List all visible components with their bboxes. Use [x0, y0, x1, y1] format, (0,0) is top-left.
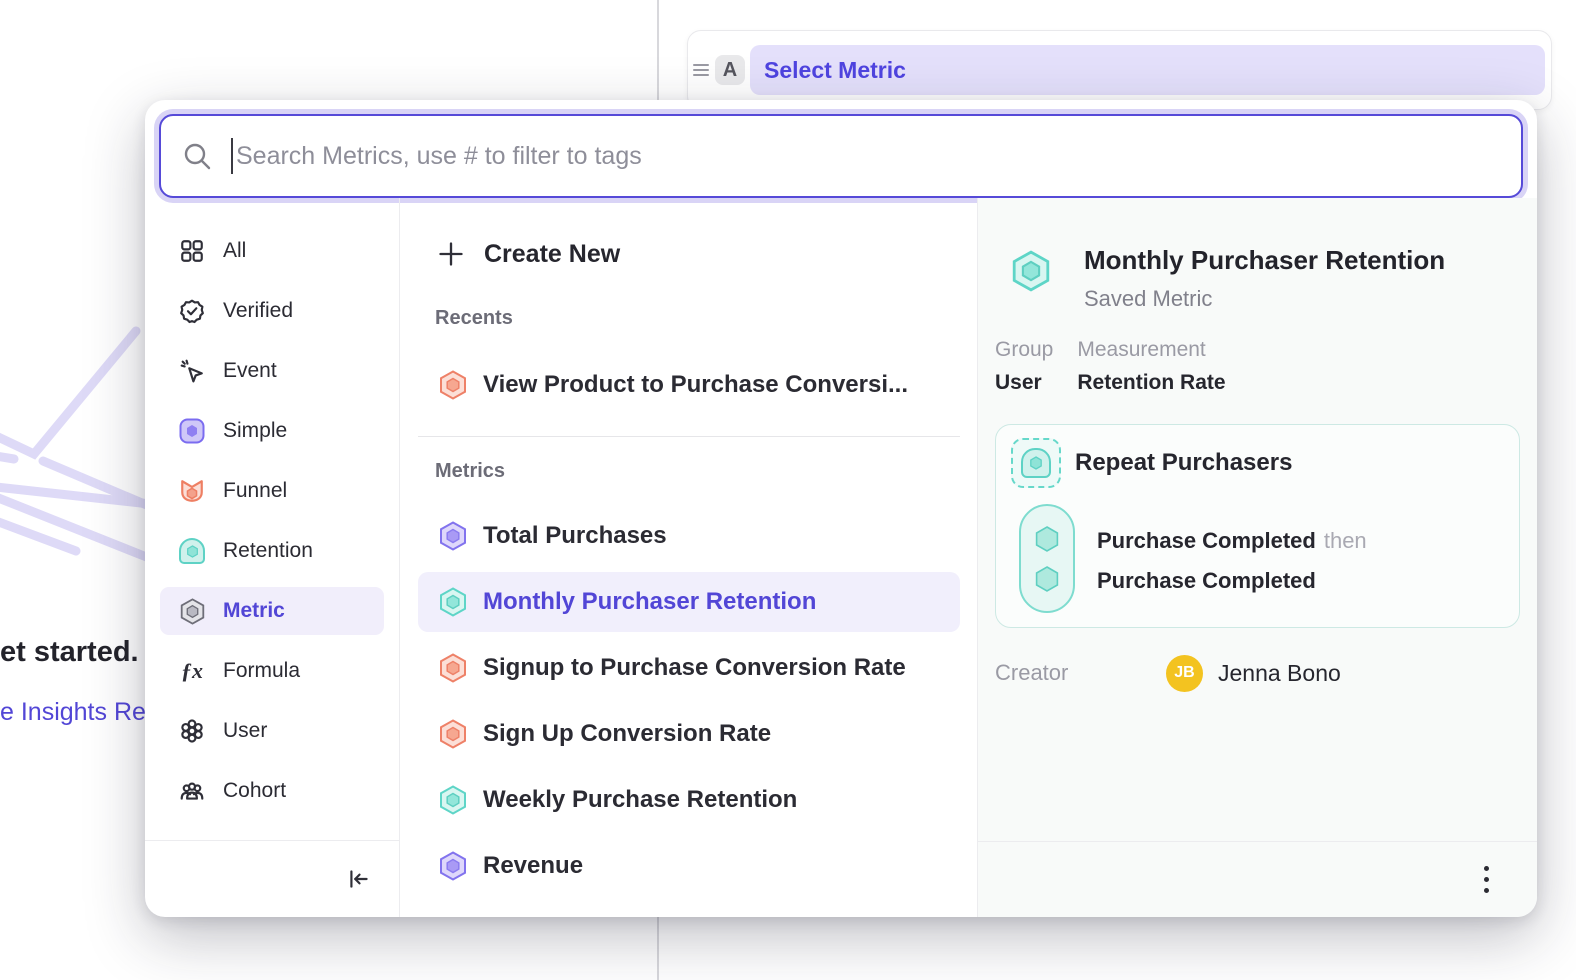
create-new-label: Create New: [484, 240, 620, 269]
background-link-fragment[interactable]: e Insights Re: [0, 698, 146, 727]
simple-metric-hexagon-icon: [438, 851, 468, 881]
filter-sidebar: All Verified: [145, 198, 400, 917]
recents-header: Recents: [435, 307, 977, 330]
plus-icon: [436, 240, 466, 268]
simple-metric-hexagon-icon: [438, 521, 468, 551]
detail-subtitle: Saved Metric: [1084, 286, 1445, 312]
metric-item-label: Monthly Purchaser Retention: [483, 588, 816, 616]
funnel-metric-hexagon-icon: [438, 653, 468, 683]
simple-metric-icon: [178, 418, 206, 444]
text-caret: [231, 138, 233, 174]
event-hexagon-icon: [1032, 564, 1062, 594]
search-input[interactable]: [236, 142, 1501, 171]
search-icon: [181, 140, 213, 172]
metric-item-label: Weekly Purchase Retention: [483, 786, 797, 814]
retention-metric-hexagon-icon: [438, 785, 468, 815]
sidebar-item-user[interactable]: User: [160, 707, 384, 755]
metric-item-weekly-purchase-retention[interactable]: Weekly Purchase Retention: [418, 770, 960, 830]
sidebar-item-label: Funnel: [223, 479, 287, 503]
event-hexagon-icon: [1032, 524, 1062, 554]
definition-step-1: Purchase Completed then: [1097, 521, 1367, 561]
sidebar-item-label: Formula: [223, 659, 300, 683]
sidebar-item-label: Simple: [223, 419, 287, 443]
sidebar-item-label: All: [223, 239, 246, 263]
definition-step-2: Purchase Completed: [1097, 561, 1367, 601]
retention-icon: [178, 538, 206, 564]
funnel-metric-hexagon-icon: [438, 719, 468, 749]
search-field-wrap: [159, 114, 1523, 198]
sidebar-item-metric[interactable]: Metric: [160, 587, 384, 635]
group-label: Group: [995, 338, 1053, 362]
drag-handle-icon[interactable]: [693, 62, 709, 78]
sidebar-item-label: User: [223, 719, 267, 743]
sidebar-item-label: Retention: [223, 539, 313, 563]
event-cursor-icon: [178, 358, 206, 384]
sidebar-item-cohort[interactable]: Cohort: [160, 767, 384, 815]
user-cluster-icon: [178, 718, 206, 744]
sidebar-item-all[interactable]: All: [160, 227, 384, 275]
group-value: User: [995, 371, 1053, 395]
event-sequence-capsule: [1019, 504, 1075, 613]
sidebar-item-funnel[interactable]: Funnel: [160, 467, 384, 515]
retention-metric-hexagon-icon: [438, 587, 468, 617]
select-metric-pill[interactable]: Select Metric: [750, 45, 1545, 95]
cohort-icon: [178, 778, 206, 804]
formula-icon: ƒx: [178, 658, 206, 684]
grid-icon: [178, 238, 206, 264]
create-new-button[interactable]: Create New: [418, 226, 977, 282]
series-a-badge[interactable]: A: [715, 55, 745, 85]
retention-definition-icon: [1011, 438, 1061, 488]
verified-badge-icon: [178, 298, 206, 324]
sidebar-item-simple[interactable]: Simple: [160, 407, 384, 455]
sidebar-item-formula[interactable]: ƒx Formula: [160, 647, 384, 695]
metrics-header: Metrics: [435, 460, 977, 483]
step-connector: then: [1324, 528, 1367, 554]
metric-item-label: Total Purchases: [483, 522, 667, 550]
metric-detail-panel: Monthly Purchaser Retention Saved Metric…: [978, 198, 1537, 917]
metric-picker-modal: All Verified: [145, 100, 1537, 917]
recent-metric-item[interactable]: View Product to Purchase Conversi...: [418, 357, 960, 413]
sidebar-item-label: Event: [223, 359, 277, 383]
list-divider: [418, 436, 960, 437]
creator-name: Jenna Bono: [1218, 660, 1341, 687]
metric-item-label: Revenue: [483, 852, 583, 880]
measurement-label: Measurement: [1077, 338, 1225, 362]
metric-definition-card: Repeat Purchasers Purchase Completed the…: [995, 424, 1520, 628]
metric-list-panel: Create New Recents View Product to Purch…: [400, 198, 978, 917]
metric-item-monthly-purchaser-retention[interactable]: Monthly Purchaser Retention: [418, 572, 960, 632]
sidebar-item-label: Cohort: [223, 779, 286, 803]
background-heading-fragment: et started.: [0, 636, 139, 669]
sidebar-item-event[interactable]: Event: [160, 347, 384, 395]
metric-item-label: Signup to Purchase Conversion Rate: [483, 654, 906, 682]
measurement-value: Retention Rate: [1077, 371, 1225, 395]
recent-metric-label: View Product to Purchase Conversi...: [483, 371, 908, 399]
kebab-menu-icon[interactable]: [1478, 860, 1495, 899]
sidebar-item-label: Metric: [223, 599, 285, 623]
metric-item-sign-up-conversion[interactable]: Sign Up Conversion Rate: [418, 704, 960, 764]
funnel-metric-hexagon-icon: [438, 370, 468, 400]
sidebar-item-retention[interactable]: Retention: [160, 527, 384, 575]
decorative-chart-lines: [0, 325, 160, 625]
funnel-icon: [178, 478, 206, 504]
definition-title: Repeat Purchasers: [1075, 449, 1292, 477]
creator-label: Creator: [995, 660, 1125, 686]
creator-row: Creator JB Jenna Bono: [995, 653, 1515, 693]
measurement-field: Measurement Retention Rate: [1077, 338, 1225, 395]
group-field: Group User: [995, 338, 1053, 395]
metric-item-signup-to-purchase[interactable]: Signup to Purchase Conversion Rate: [418, 638, 960, 698]
collapse-left-icon[interactable]: [346, 866, 372, 892]
detail-title: Monthly Purchaser Retention: [1084, 245, 1445, 276]
retention-metric-hexagon-icon: [1010, 250, 1052, 312]
creator-avatar: JB: [1166, 655, 1203, 692]
metric-item-total-purchases[interactable]: Total Purchases: [418, 506, 960, 566]
metric-item-revenue[interactable]: Revenue: [418, 836, 960, 896]
metric-item-label: Sign Up Conversion Rate: [483, 720, 771, 748]
sidebar-item-label: Verified: [223, 299, 293, 323]
query-builder-row: A Select Metric: [687, 30, 1552, 110]
metric-hexagon-icon: [178, 598, 206, 625]
sidebar-item-verified[interactable]: Verified: [160, 287, 384, 335]
